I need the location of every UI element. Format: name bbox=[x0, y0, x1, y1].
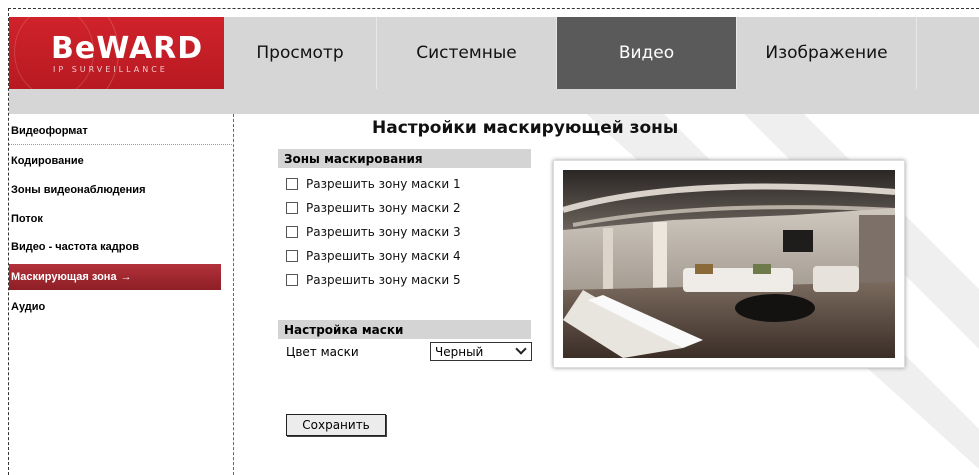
sidebar-item-stream[interactable]: Поток bbox=[9, 206, 219, 232]
tab-system[interactable]: Системные bbox=[377, 17, 557, 89]
sidebar-item-encoding[interactable]: Кодирование bbox=[9, 148, 219, 174]
zone-row-3: Разрешить зону маски 3 bbox=[286, 223, 461, 241]
sidebar-item-privacy-mask[interactable]: Маскирующая зона → bbox=[9, 264, 221, 290]
video-preview-frame bbox=[553, 160, 905, 368]
page-title: Настройки маскирующей зоны bbox=[372, 118, 679, 138]
sidebar-item-audio[interactable]: Аудио bbox=[9, 294, 219, 320]
zone-1-checkbox[interactable] bbox=[286, 178, 298, 190]
sidebar-item-surveillance-zones[interactable]: Зоны видеонаблюдения bbox=[9, 177, 219, 203]
zone-row-5: Разрешить зону маски 5 bbox=[286, 271, 461, 289]
mask-color-label: Цвет маски bbox=[286, 345, 359, 359]
zone-row-2: Разрешить зону маски 2 bbox=[286, 199, 461, 217]
video-preview-image[interactable] bbox=[563, 170, 895, 358]
mask-section-header: Настройка маски bbox=[278, 320, 531, 339]
tab-view[interactable]: Просмотр bbox=[224, 17, 377, 89]
sidebar: Видеоформат Кодирование Зоны видеонаблюд… bbox=[9, 114, 234, 475]
zone-3-checkbox[interactable] bbox=[286, 226, 298, 238]
tab-video[interactable]: Видео bbox=[557, 17, 737, 89]
zone-5-label: Разрешить зону маски 5 bbox=[306, 273, 461, 287]
zone-4-checkbox[interactable] bbox=[286, 250, 298, 262]
logo-brand-text: BeWARD bbox=[51, 31, 204, 66]
zone-2-label: Разрешить зону маски 2 bbox=[306, 201, 461, 215]
zone-3-label: Разрешить зону маски 3 bbox=[306, 225, 461, 239]
sidebar-item-videoformat[interactable]: Видеоформат bbox=[9, 118, 219, 144]
save-button[interactable]: Сохранить bbox=[286, 414, 386, 436]
mask-color-select[interactable]: Черный bbox=[430, 342, 532, 361]
zone-2-checkbox[interactable] bbox=[286, 202, 298, 214]
zone-row-4: Разрешить зону маски 4 bbox=[286, 247, 461, 265]
zone-1-label: Разрешить зону маски 1 bbox=[306, 177, 461, 191]
main-nav-tabs: Просмотр Системные Видео Изображение bbox=[224, 17, 917, 89]
zones-section-header: Зоны маскирования bbox=[278, 149, 531, 168]
beward-logo[interactable]: BeWARD IP SURVEILLANCE bbox=[9, 17, 224, 89]
top-header: BeWARD IP SURVEILLANCE Просмотр Системны… bbox=[9, 17, 979, 89]
zone-row-1: Разрешить зону маски 1 bbox=[286, 175, 461, 193]
chevron-down-icon bbox=[515, 343, 527, 355]
sub-header-bar bbox=[9, 89, 979, 114]
arrow-right-icon: → bbox=[120, 271, 132, 283]
logo-subtitle: IP SURVEILLANCE bbox=[53, 65, 168, 74]
zone-5-checkbox[interactable] bbox=[286, 274, 298, 286]
sidebar-item-framerate[interactable]: Видео - частота кадров bbox=[9, 234, 219, 260]
zone-4-label: Разрешить зону маски 4 bbox=[306, 249, 461, 263]
sidebar-item-label: Маскирующая зона bbox=[11, 271, 117, 283]
sidebar-divider bbox=[9, 144, 234, 145]
tab-image[interactable]: Изображение bbox=[737, 17, 917, 89]
mask-color-value: Черный bbox=[435, 344, 484, 359]
